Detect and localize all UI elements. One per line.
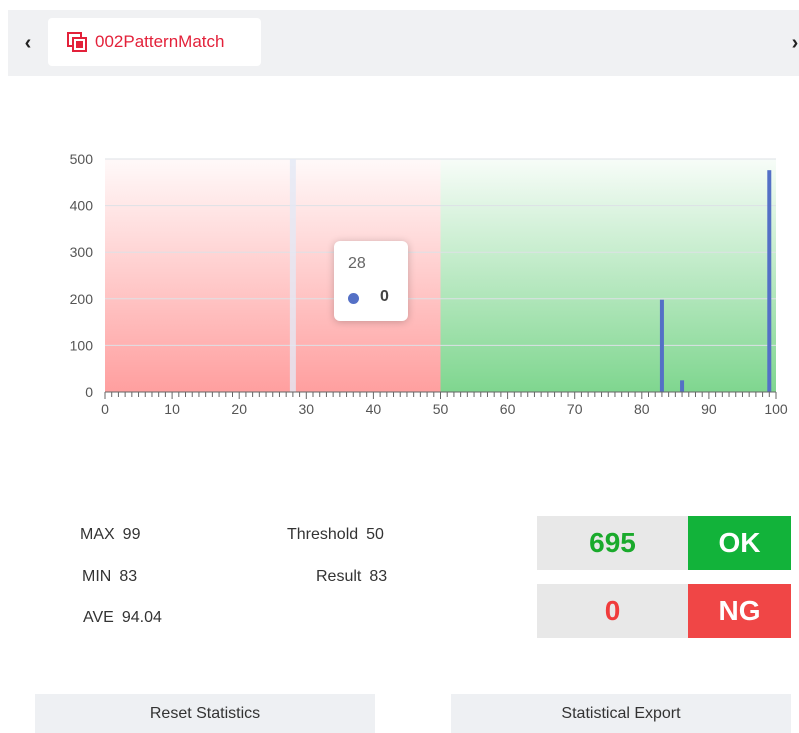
- y-tick-label: 400: [70, 198, 94, 214]
- tooltip-title: 28: [348, 255, 366, 272]
- y-tick-label: 300: [70, 244, 94, 260]
- stat-threshold: Threshold 50: [287, 526, 384, 544]
- x-tick-label: 80: [634, 401, 650, 417]
- ng-badge: NG: [688, 584, 791, 638]
- stat-max: MAX 99: [80, 526, 140, 544]
- x-tick-label: 60: [500, 401, 516, 417]
- stat-min-label: MIN: [82, 568, 112, 585]
- stat-ave-value: 94.04: [121, 609, 162, 626]
- stat-threshold-value: 50: [366, 526, 384, 543]
- ok-count: 695: [537, 516, 688, 570]
- stat-max-label: MAX: [80, 526, 115, 543]
- ng-counter: 0 NG: [537, 584, 791, 638]
- x-tick-label: 20: [231, 401, 247, 417]
- tooltip-series-dot: [348, 293, 359, 304]
- stat-ave-label: AVE: [83, 609, 114, 626]
- tab-002patternmatch[interactable]: 002PatternMatch: [48, 18, 261, 66]
- stat-max-value: 99: [122, 526, 141, 543]
- stat-min: MIN 83: [82, 568, 137, 586]
- stat-ave: AVE 94.04: [83, 609, 162, 627]
- x-tick-label: 0: [101, 401, 109, 417]
- tab-label: 002PatternMatch: [95, 32, 225, 51]
- x-tick-label: 30: [299, 401, 315, 417]
- ng-count: 0: [537, 584, 688, 638]
- ok-counter: 695 OK: [537, 516, 791, 570]
- histogram-bar: [680, 380, 685, 392]
- ok-zone: [440, 159, 776, 392]
- histogram-bar: [767, 170, 772, 392]
- stat-result: Result 83: [316, 568, 387, 586]
- chevron-right-icon[interactable]: ›: [783, 10, 799, 76]
- stat-result-label: Result: [316, 568, 362, 585]
- statistical-export-button[interactable]: Statistical Export: [451, 694, 791, 733]
- chart-tooltip: 28 0: [334, 241, 408, 321]
- layers-icon: [67, 32, 87, 52]
- tooltip-value: 0: [380, 288, 389, 305]
- x-tick-label: 40: [366, 401, 382, 417]
- stat-result-value: 83: [369, 568, 388, 585]
- x-tick-label: 100: [764, 401, 788, 417]
- x-tick-label: 10: [164, 401, 180, 417]
- ok-badge: OK: [688, 516, 791, 570]
- hover-band: [289, 159, 296, 392]
- y-tick-label: 200: [70, 291, 94, 307]
- stat-min-value: 83: [119, 568, 138, 585]
- y-tick-label: 500: [70, 151, 94, 167]
- y-tick-label: 0: [85, 384, 93, 400]
- x-tick-label: 90: [701, 401, 717, 417]
- x-tick-label: 50: [433, 401, 449, 417]
- chevron-left-icon[interactable]: ‹: [16, 10, 40, 76]
- stat-threshold-label: Threshold: [287, 526, 359, 543]
- histogram-bar: [659, 299, 664, 392]
- y-tick-label: 100: [70, 337, 94, 353]
- tab-bar: ‹ 002PatternMatch ›: [8, 10, 799, 76]
- x-tick-label: 70: [567, 401, 583, 417]
- reset-statistics-button[interactable]: Reset Statistics: [35, 694, 375, 733]
